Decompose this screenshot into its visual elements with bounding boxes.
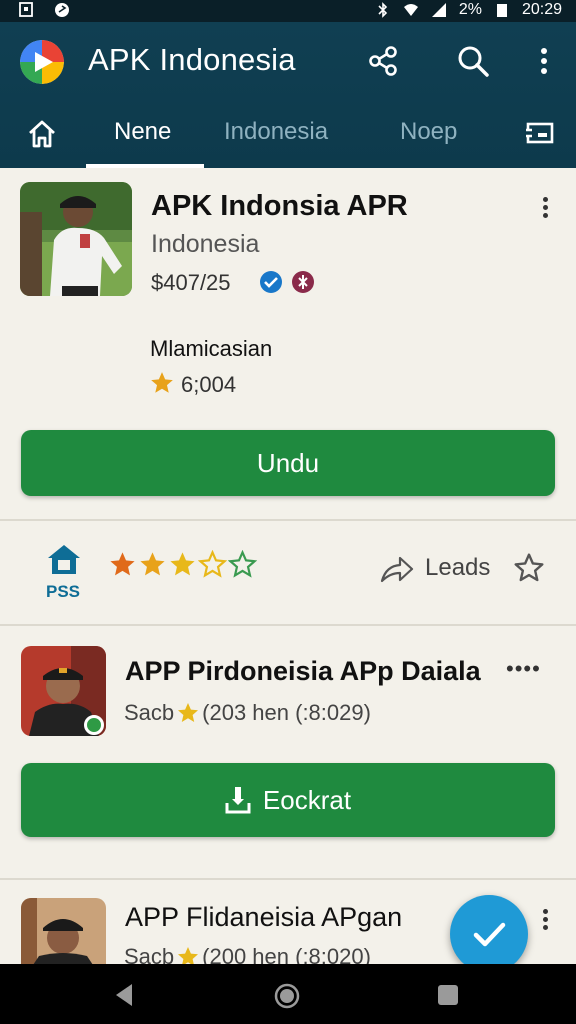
share-icon[interactable] [366, 44, 400, 78]
tab-noep[interactable]: Noep [400, 118, 457, 146]
app-meta-suffix: (200 hen (:8:020) [202, 944, 371, 964]
home-nav-icon[interactable] [273, 982, 301, 1010]
favorite-star-icon[interactable] [513, 552, 545, 584]
star-icon [178, 947, 199, 964]
more-dots-icon[interactable]: •••• [506, 656, 541, 682]
list-item[interactable]: APP Pirdoneisia APp Daiala •••• Sacb (20… [0, 626, 576, 876]
star-filled-icon[interactable] [108, 550, 137, 579]
featured-app-rating-count: 6;004 [181, 372, 237, 397]
download-button[interactable]: Undu [21, 430, 555, 496]
app-thumbnail[interactable] [21, 898, 106, 964]
online-indicator [84, 715, 104, 735]
bluetooth-icon [378, 2, 387, 18]
tab-nene[interactable]: Nene [114, 118, 171, 146]
app-bar: APK Indonesia Nene Indonesia Noep [0, 22, 576, 168]
app-meta-suffix: (203 hen (:8:029) [202, 700, 371, 725]
app-title: APK Indonesia [88, 42, 296, 77]
app-title: APP Flidaneisia APgan [125, 902, 403, 932]
wifi-icon [403, 4, 418, 16]
star-icon [178, 703, 199, 722]
clock: 20:29 [521, 1, 562, 18]
developer-badge-icon [292, 271, 314, 293]
home-badge-icon[interactable] [44, 542, 84, 576]
featured-app-thumbnail[interactable] [20, 182, 132, 296]
featured-app-title: APK Indonsia APR [151, 190, 408, 222]
app-meta: Sacb (200 hen (:8:020) [124, 944, 371, 964]
app-meta-prefix: Sacb [124, 944, 175, 964]
install-button-label: Eockrat [262, 784, 352, 815]
app-meta: Sacb (203 hen (:8:029) [124, 700, 371, 726]
sync-icon [55, 3, 69, 17]
back-icon[interactable] [112, 982, 136, 1008]
featured-app-card[interactable]: APK Indonsia APR Indonesia $407/25 Mlami… [0, 168, 576, 520]
app-title: APP Pirdoneisia APp Daiala [125, 656, 481, 686]
notification-icon [19, 2, 33, 17]
featured-app-subtitle: Indonesia [151, 230, 260, 258]
play-logo-icon [20, 40, 64, 84]
featured-app-category: Mlamicasian [150, 336, 273, 361]
download-button-label: Undu [256, 447, 320, 478]
rating-stars[interactable] [108, 550, 257, 579]
action-row: PSS Leads [0, 522, 576, 624]
divider [0, 519, 576, 521]
recents-icon[interactable] [437, 984, 459, 1006]
badge-label: PSS [46, 582, 81, 601]
search-icon[interactable] [456, 44, 490, 78]
star-empty-icon[interactable] [228, 550, 257, 579]
system-nav-bar [0, 964, 576, 1024]
featured-app-price: $407/25 [151, 270, 231, 295]
download-icon [225, 787, 251, 814]
battery-icon [496, 4, 507, 17]
star-filled-icon[interactable] [168, 550, 197, 579]
check-fab-button[interactable] [450, 895, 528, 973]
star-filled-icon[interactable] [138, 550, 167, 579]
star-empty-icon[interactable] [198, 550, 227, 579]
install-button[interactable]: Eockrat [21, 763, 555, 837]
tab-bar: Nene Indonesia Noep [0, 108, 576, 168]
app-logo[interactable] [20, 40, 64, 84]
app-meta-prefix: Sacb [124, 700, 175, 725]
tab-indonesia[interactable]: Indonesia [224, 118, 328, 146]
star-icon [151, 372, 173, 393]
leads-label[interactable]: Leads [425, 554, 490, 582]
overflow-menu-icon[interactable] [536, 44, 552, 78]
featured-more-icon[interactable] [541, 194, 549, 221]
battery-percent: 2% [458, 1, 482, 18]
cast-icon[interactable] [524, 120, 556, 148]
check-icon [473, 922, 506, 947]
verified-badge-icon [260, 271, 282, 293]
more-icon[interactable] [541, 906, 549, 933]
home-icon[interactable] [26, 118, 58, 150]
signal-icon [431, 3, 446, 17]
status-bar: 2% 20:29 [0, 0, 576, 22]
share-arrow-icon[interactable] [380, 554, 414, 584]
